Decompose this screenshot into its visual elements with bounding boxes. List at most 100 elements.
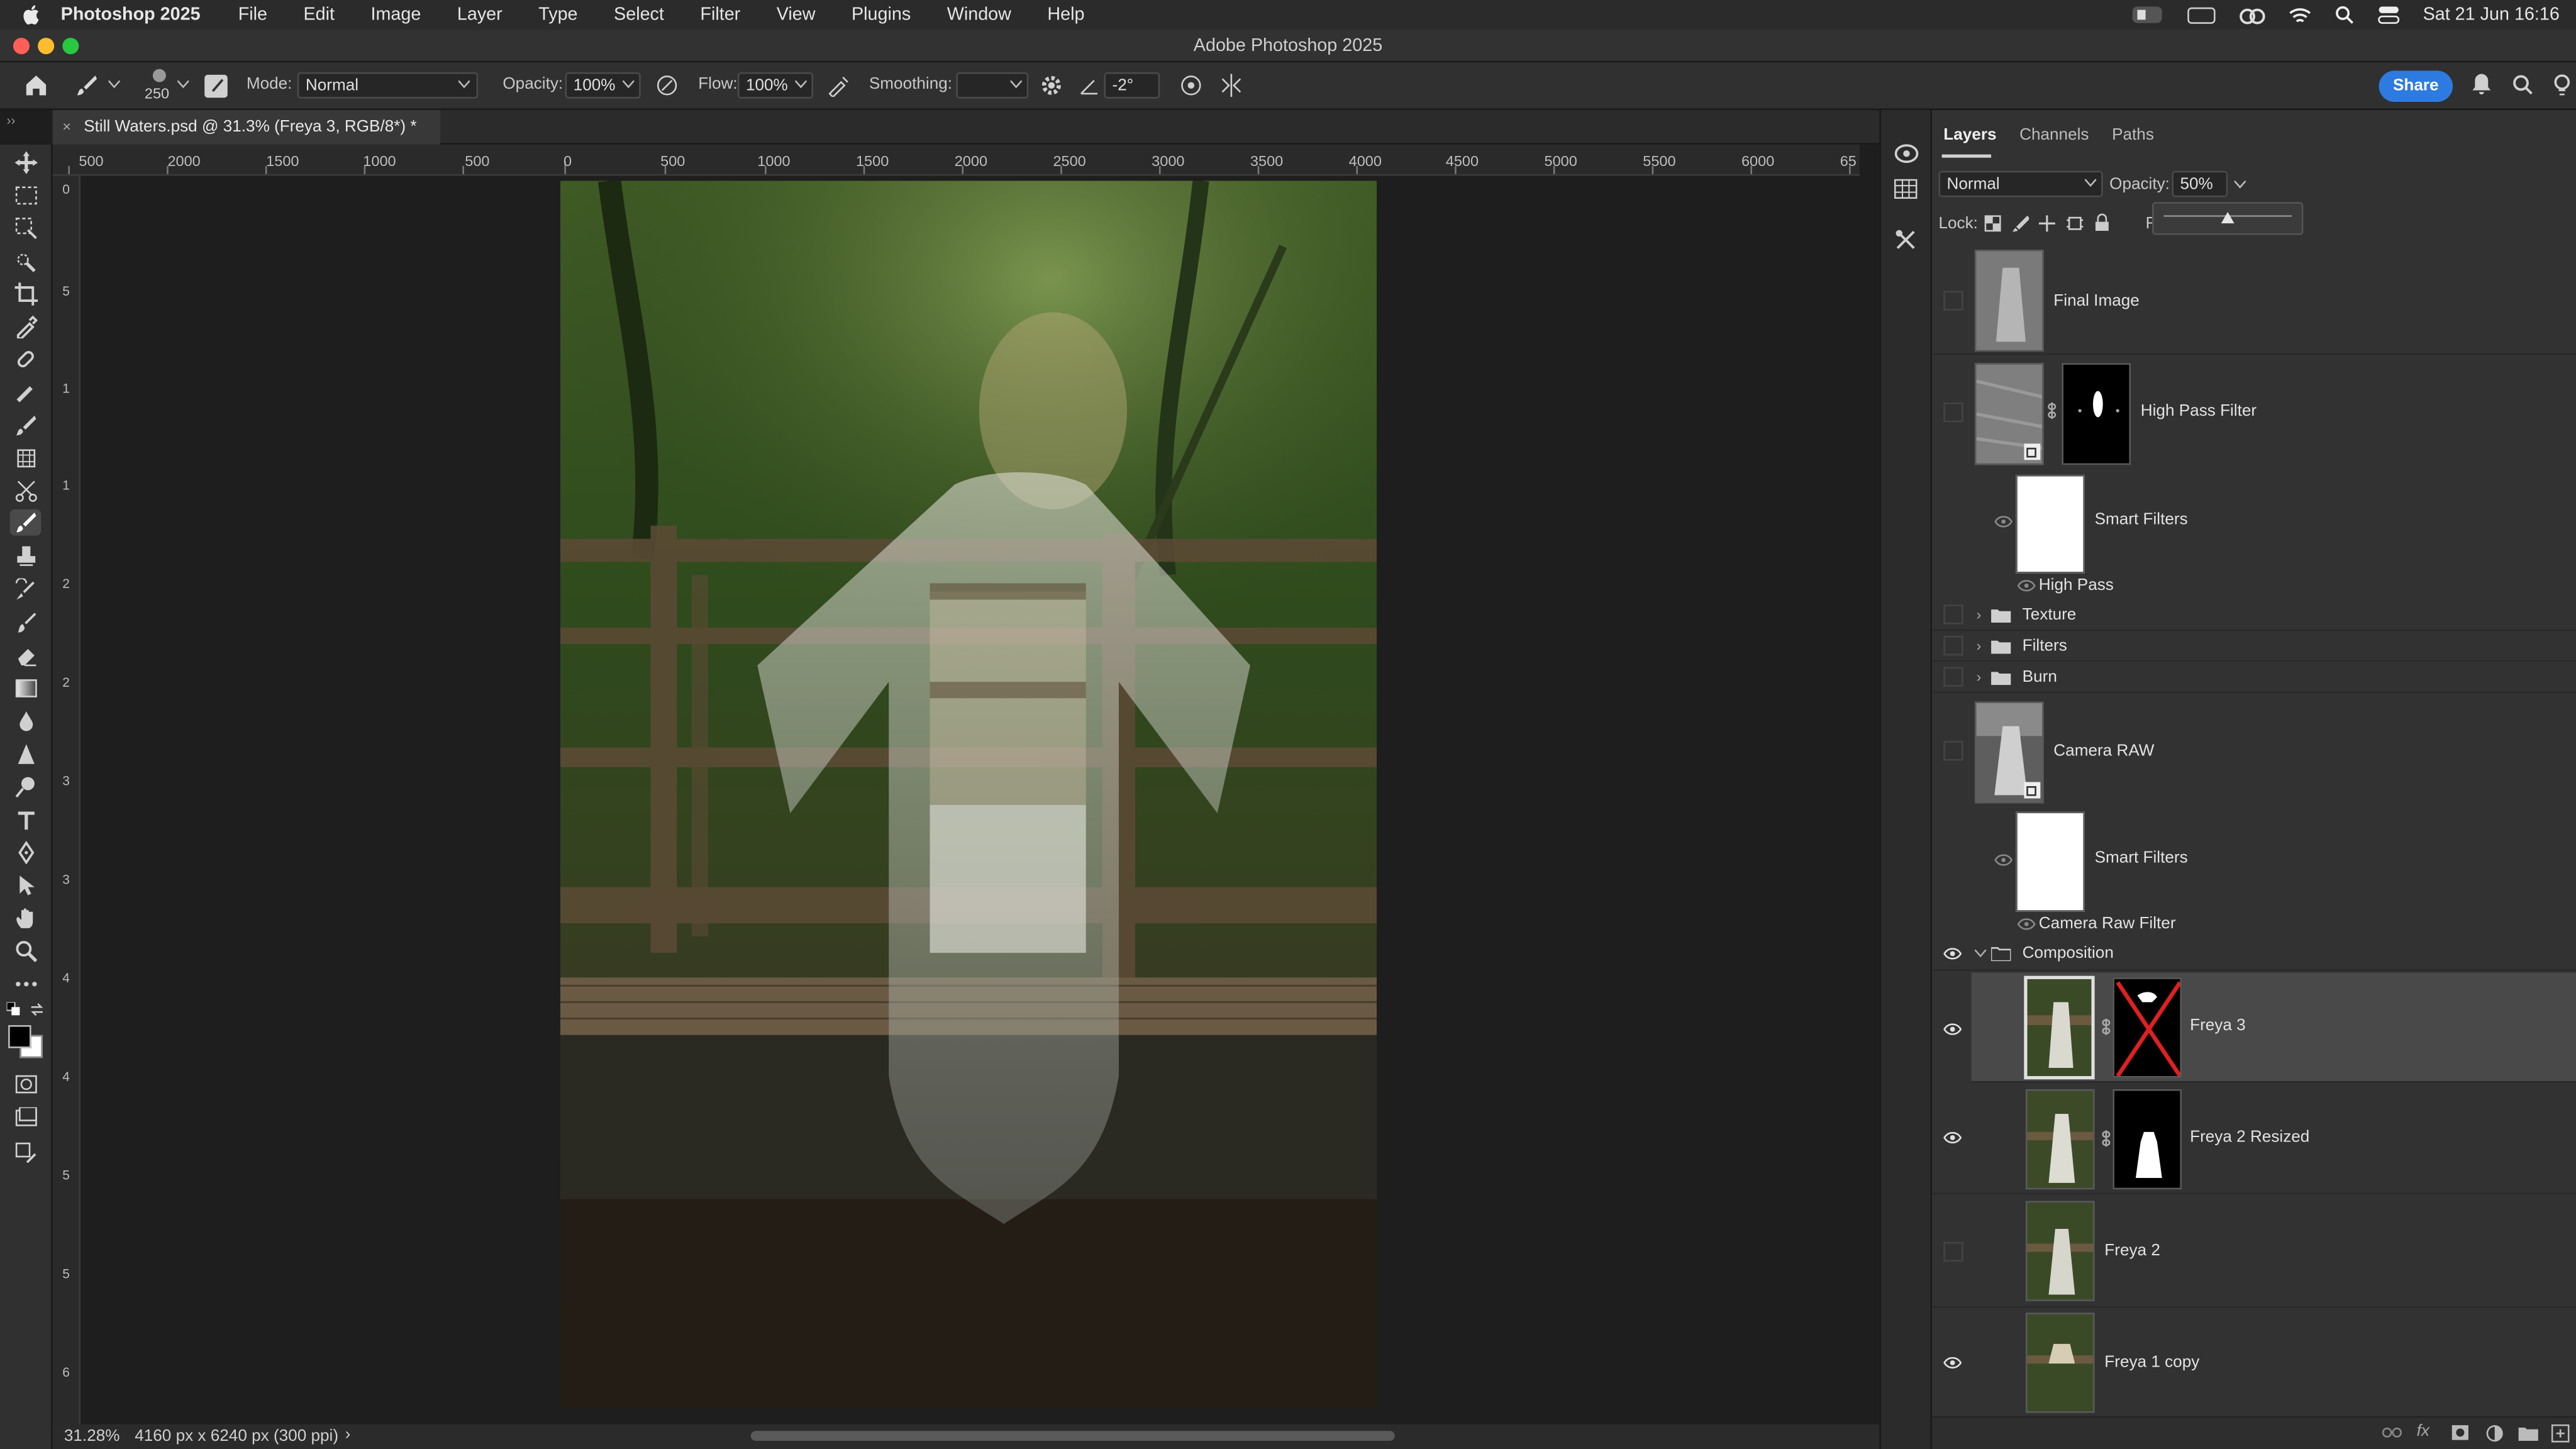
quick-mask-icon[interactable] <box>10 1071 42 1097</box>
menu-help[interactable]: Help <box>1047 5 1084 25</box>
brush-tool-icon[interactable] <box>10 413 42 439</box>
mask-link-icon[interactable] <box>2101 1130 2111 1147</box>
smart-filter-high-pass[interactable]: High Pass <box>1932 575 2576 598</box>
eye-icon[interactable] <box>1994 854 2013 866</box>
smoothing-input[interactable] <box>956 72 1029 99</box>
eyedropper-tool-icon[interactable] <box>10 314 42 340</box>
layer-opacity-input[interactable]: 50% <box>2172 170 2228 197</box>
crop-tool-icon[interactable] <box>10 281 42 308</box>
layer-row-freya-1-copy[interactable]: Freya 1 copy <box>1932 1309 2576 1414</box>
foreground-color-swatch[interactable] <box>8 1025 31 1048</box>
layer-name[interactable]: Filters <box>2023 638 2067 656</box>
pressure-opacity-icon[interactable] <box>655 74 679 97</box>
close-tab-icon[interactable]: × <box>62 118 71 135</box>
menu-clock[interactable]: Sat 21 Jun 16:16 <box>2423 5 2560 25</box>
creative-cloud-icon[interactable] <box>2239 5 2265 25</box>
screen-mode-icon[interactable] <box>10 1104 42 1130</box>
spotlight-search-icon[interactable] <box>2334 5 2354 25</box>
menu-extra-icon[interactable] <box>2131 5 2163 25</box>
chevron-down-icon[interactable] <box>1974 949 1987 958</box>
pressure-size-icon[interactable] <box>1180 74 1203 97</box>
eye-icon[interactable] <box>1943 1023 1962 1035</box>
menu-view[interactable]: View <box>777 5 816 25</box>
horizontal-ruler[interactable]: 500 2000 1500 1000 500 0 500 1000 1500 2… <box>52 144 1860 176</box>
scissors-icon[interactable] <box>10 478 42 504</box>
lock-transparency-icon[interactable] <box>1984 215 2001 232</box>
lock-position-icon[interactable] <box>2038 215 2055 232</box>
mask-link-icon[interactable] <box>2047 402 2057 419</box>
tools-panel-icon[interactable] <box>1894 228 1918 252</box>
brush-settings-panel-icon[interactable] <box>204 74 228 99</box>
canvas-area[interactable] <box>80 175 1860 1424</box>
blur-tool-icon[interactable] <box>10 708 42 735</box>
chevron-down-icon[interactable] <box>108 80 120 89</box>
grid-panel-icon[interactable] <box>1894 179 1918 199</box>
brush-angle-input[interactable]: -2° <box>1104 72 1160 99</box>
layer-group-texture[interactable]: › Texture <box>1932 599 2576 631</box>
layer-thumbnail[interactable] <box>2024 975 2095 1080</box>
pen-tool-icon[interactable] <box>10 840 42 866</box>
layer-row-camera-raw[interactable]: Camera RAW <box>1932 695 2576 807</box>
search-icon[interactable] <box>2512 74 2533 96</box>
smart-filter-mask-thumbnail[interactable] <box>2016 811 2085 912</box>
menu-edit[interactable]: Edit <box>303 5 335 25</box>
eye-icon[interactable] <box>1943 1357 1962 1369</box>
more-tools-icon[interactable] <box>10 971 42 997</box>
spot-healing-brush-icon[interactable] <box>10 347 42 373</box>
layer-thumbnail[interactable] <box>1974 250 2044 352</box>
zoom-level[interactable]: 31.28% <box>64 1428 120 1446</box>
layer-row-high-pass-filter[interactable]: High Pass Filter <box>1932 357 2576 465</box>
document-tab[interactable]: × Still Waters.psd @ 31.3% (Freya 3, RGB… <box>52 110 441 145</box>
symmetry-icon[interactable] <box>1219 74 1243 97</box>
layer-name[interactable]: Smart Filters <box>2095 511 2188 529</box>
lock-image-pixels-icon[interactable] <box>2012 215 2029 232</box>
mask-link-icon[interactable] <box>2101 1018 2111 1035</box>
smart-filters-row[interactable]: Smart Filters <box>1932 468 2576 574</box>
3d-panel-icon[interactable] <box>1894 143 1919 164</box>
display-icon[interactable] <box>2186 5 2216 25</box>
sharpen-tool-icon[interactable] <box>10 741 42 767</box>
blend-mode-select[interactable]: Normal <box>1938 170 2103 197</box>
menu-file[interactable]: File <box>238 5 267 25</box>
pattern-stamp-icon[interactable] <box>10 445 42 472</box>
horizontal-scrollbar[interactable] <box>750 1431 1395 1441</box>
move-tool-icon[interactable] <box>10 150 42 176</box>
layer-name[interactable]: Camera Raw Filter <box>2039 915 2176 933</box>
layer-group-filters[interactable]: › Filters <box>1932 631 2576 662</box>
layer-thumbnail[interactable] <box>2025 1313 2095 1413</box>
tab-channels[interactable]: Channels <box>2008 126 2101 150</box>
menu-image[interactable]: Image <box>371 5 421 25</box>
dodge-tool-icon[interactable] <box>10 774 42 800</box>
layer-name[interactable]: Freya 2 <box>2104 1242 2160 1260</box>
layer-name[interactable]: Freya 1 copy <box>2104 1353 2199 1372</box>
eye-icon[interactable] <box>2017 918 2036 930</box>
menu-type[interactable]: Type <box>538 5 577 25</box>
gradient-tool-icon[interactable] <box>10 675 42 702</box>
opacity-slider-thumb[interactable] <box>2221 211 2235 224</box>
adjustment-layer-icon[interactable] <box>2485 1424 2504 1443</box>
eraser-tool-icon[interactable] <box>10 642 42 669</box>
share-button[interactable]: Share <box>2379 70 2453 102</box>
layer-name[interactable]: High Pass <box>2039 577 2114 595</box>
brush-tool-preset-icon[interactable] <box>75 74 99 97</box>
hand-tool-icon[interactable] <box>10 905 42 931</box>
visibility-toggle[interactable] <box>1943 604 1963 625</box>
lock-artboard-icon[interactable] <box>2067 215 2084 231</box>
swap-colors-icon[interactable] <box>30 1002 45 1017</box>
art-history-brush-icon[interactable] <box>10 609 42 636</box>
chevron-right-icon[interactable]: › <box>1977 606 1982 623</box>
document-canvas[interactable] <box>560 180 1377 1408</box>
wifi-icon[interactable] <box>2288 5 2311 25</box>
chevron-right-icon[interactable]: › <box>1977 638 1982 654</box>
menu-select[interactable]: Select <box>614 5 664 25</box>
expand-panel-icon[interactable]: ›› <box>6 113 15 128</box>
opacity-slider-popup[interactable] <box>2152 202 2304 235</box>
layer-mask-thumbnail[interactable] <box>2062 363 2131 465</box>
layer-name[interactable]: Camera RAW <box>2053 743 2154 761</box>
tab-layers[interactable]: Layers <box>1932 126 2008 150</box>
layer-name[interactable]: High Pass Filter <box>2141 402 2257 421</box>
type-tool-icon[interactable] <box>10 807 42 833</box>
layer-name[interactable]: Final Image <box>2053 292 2139 311</box>
layer-name[interactable]: Freya 2 Resized <box>2190 1129 2309 1147</box>
visibility-toggle[interactable] <box>1943 1241 1963 1262</box>
